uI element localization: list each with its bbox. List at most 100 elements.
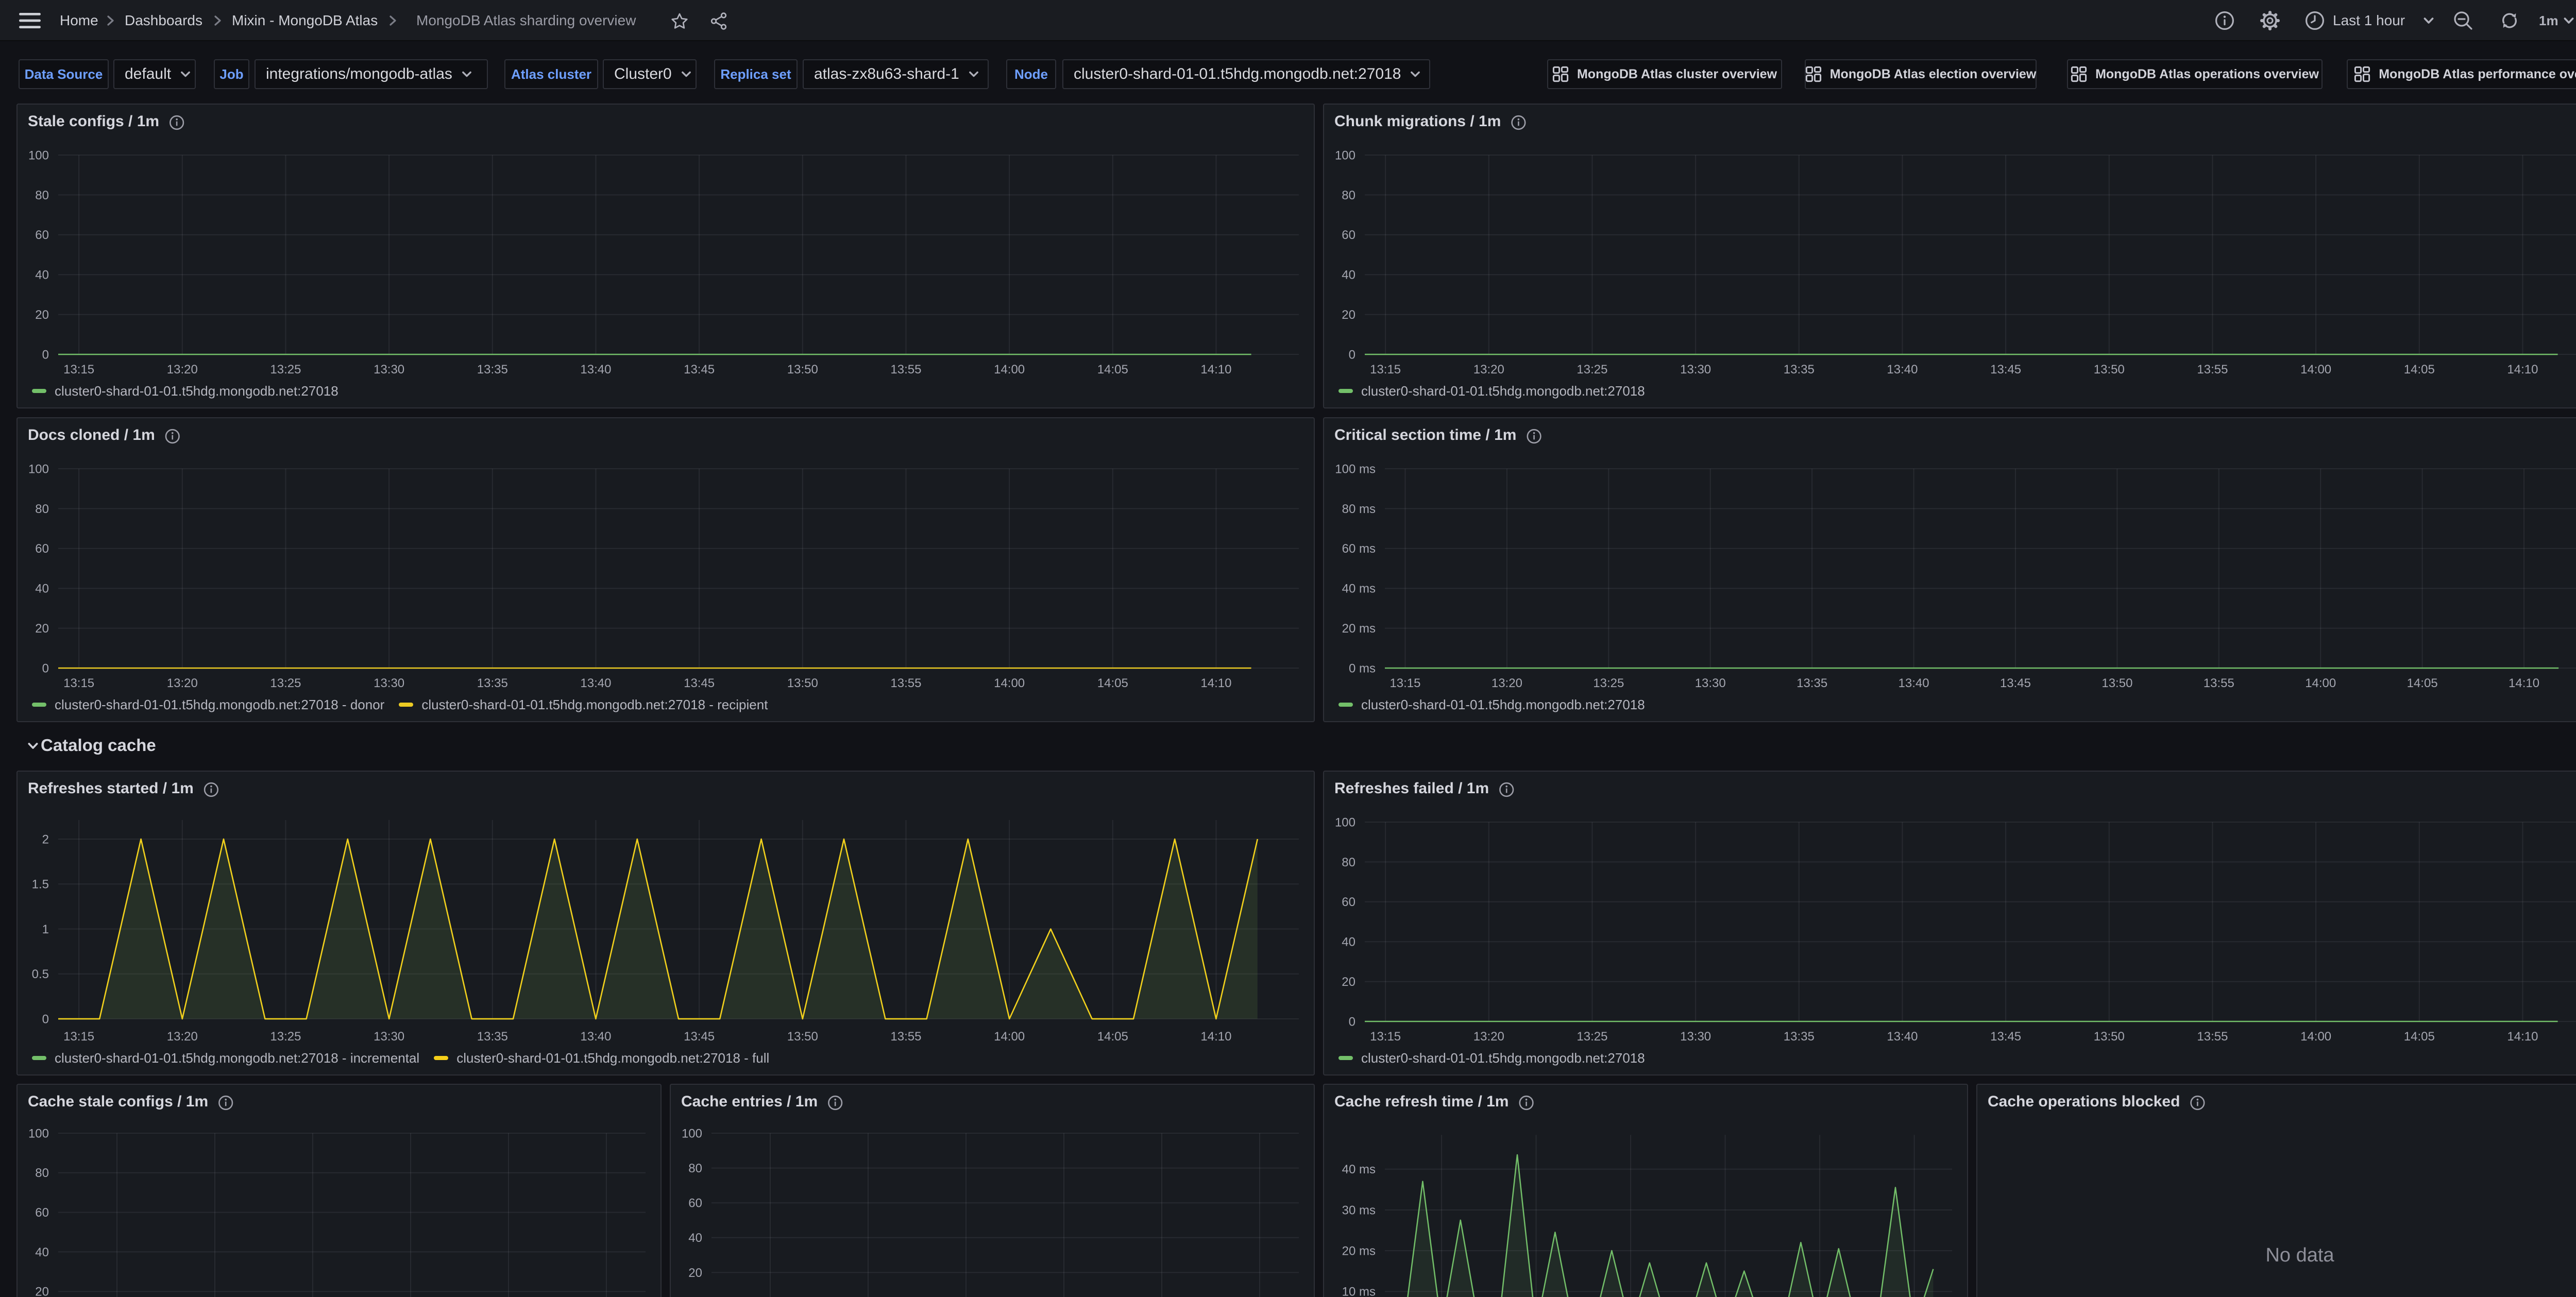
svg-text:13:45: 13:45 (684, 363, 715, 377)
svg-text:13:40: 13:40 (580, 1030, 611, 1044)
svg-text:13:40: 13:40 (1899, 676, 1929, 690)
svg-text:13:30: 13:30 (374, 363, 404, 377)
svg-text:0: 0 (42, 661, 49, 675)
svg-text:40: 40 (35, 1245, 49, 1259)
svg-text:30 ms: 30 ms (1342, 1203, 1376, 1217)
svg-text:13:50: 13:50 (787, 676, 818, 690)
svg-text:13:35: 13:35 (477, 676, 508, 690)
svg-text:14:00: 14:00 (2300, 1030, 2331, 1044)
svg-text:13:40: 13:40 (580, 363, 611, 377)
svg-text:14:00: 14:00 (2300, 363, 2331, 377)
svg-text:13:45: 13:45 (1990, 363, 2021, 377)
svg-text:13:50: 13:50 (2094, 1030, 2125, 1044)
svg-text:80: 80 (688, 1162, 702, 1175)
svg-text:13:55: 13:55 (2197, 1030, 2228, 1044)
svg-text:80: 80 (35, 189, 49, 202)
svg-text:13:35: 13:35 (477, 1030, 508, 1044)
svg-text:13:30: 13:30 (374, 676, 404, 690)
svg-text:20: 20 (35, 622, 49, 636)
svg-text:20: 20 (35, 308, 49, 322)
svg-text:14:00: 14:00 (994, 676, 1025, 690)
svg-text:13:25: 13:25 (1593, 676, 1624, 690)
svg-text:60: 60 (688, 1197, 702, 1210)
svg-text:14:05: 14:05 (2404, 363, 2435, 377)
svg-text:13:55: 13:55 (890, 363, 921, 377)
svg-text:0: 0 (1349, 348, 1355, 362)
svg-text:13:40: 13:40 (1887, 1030, 1918, 1044)
svg-text:13:25: 13:25 (1577, 363, 1607, 377)
svg-text:60: 60 (1342, 895, 1355, 909)
svg-text:13:50: 13:50 (787, 363, 818, 377)
svg-text:60: 60 (35, 1206, 49, 1220)
svg-text:14:00: 14:00 (2305, 676, 2336, 690)
svg-text:13:20: 13:20 (1473, 363, 1504, 377)
svg-text:80: 80 (1342, 856, 1355, 869)
svg-text:13:30: 13:30 (374, 1030, 404, 1044)
svg-text:0: 0 (42, 1012, 49, 1026)
svg-text:0.5: 0.5 (32, 967, 49, 981)
svg-text:13:45: 13:45 (684, 676, 715, 690)
svg-text:14:00: 14:00 (994, 363, 1025, 377)
svg-text:13:20: 13:20 (167, 1030, 198, 1044)
svg-text:13:20: 13:20 (1473, 1030, 1504, 1044)
svg-text:13:25: 13:25 (270, 676, 301, 690)
svg-text:13:25: 13:25 (1577, 1030, 1607, 1044)
svg-text:10 ms: 10 ms (1342, 1285, 1376, 1297)
svg-text:80 ms: 80 ms (1342, 502, 1376, 516)
svg-text:13:15: 13:15 (1389, 676, 1420, 690)
svg-text:0: 0 (42, 348, 49, 362)
svg-text:13:45: 13:45 (1990, 1030, 2021, 1044)
svg-text:14:05: 14:05 (1097, 363, 1128, 377)
svg-text:13:40: 13:40 (1887, 363, 1918, 377)
svg-text:13:50: 13:50 (2094, 363, 2125, 377)
svg-text:14:05: 14:05 (2407, 676, 2438, 690)
svg-text:60: 60 (35, 542, 49, 556)
svg-text:0 ms: 0 ms (1349, 661, 1376, 675)
svg-text:60: 60 (35, 228, 49, 242)
svg-text:80: 80 (35, 1166, 49, 1180)
svg-text:40: 40 (1342, 935, 1355, 949)
svg-text:13:30: 13:30 (1680, 363, 1711, 377)
svg-text:14:10: 14:10 (1200, 363, 1231, 377)
svg-text:14:10: 14:10 (1200, 1030, 1231, 1044)
svg-text:13:20: 13:20 (167, 363, 198, 377)
svg-text:20 ms: 20 ms (1342, 622, 1376, 636)
svg-text:0: 0 (1349, 1015, 1355, 1029)
svg-text:13:15: 13:15 (63, 1030, 94, 1044)
svg-text:13:40: 13:40 (580, 676, 611, 690)
svg-text:80: 80 (35, 502, 49, 516)
svg-text:13:50: 13:50 (2102, 676, 2132, 690)
svg-text:13:55: 13:55 (890, 1030, 921, 1044)
svg-text:100: 100 (1335, 815, 1355, 829)
svg-text:13:20: 13:20 (1492, 676, 1522, 690)
svg-text:13:30: 13:30 (1695, 676, 1726, 690)
svg-text:20: 20 (1342, 308, 1355, 322)
svg-text:13:25: 13:25 (270, 363, 301, 377)
svg-text:13:50: 13:50 (787, 1030, 818, 1044)
svg-text:13:55: 13:55 (2204, 676, 2234, 690)
svg-text:13:45: 13:45 (684, 1030, 715, 1044)
svg-text:60: 60 (1342, 228, 1355, 242)
svg-text:13:35: 13:35 (1784, 1030, 1815, 1044)
svg-text:100: 100 (28, 148, 49, 162)
svg-text:14:10: 14:10 (2507, 363, 2538, 377)
svg-text:20: 20 (1342, 975, 1355, 989)
svg-text:13:15: 13:15 (1370, 363, 1401, 377)
svg-text:80: 80 (1342, 189, 1355, 202)
svg-text:40: 40 (1342, 268, 1355, 282)
svg-text:13:55: 13:55 (2197, 363, 2228, 377)
svg-text:40 ms: 40 ms (1342, 1163, 1376, 1176)
svg-text:14:05: 14:05 (1097, 1030, 1128, 1044)
svg-text:1.5: 1.5 (32, 878, 49, 892)
svg-text:100: 100 (1335, 148, 1355, 162)
svg-text:13:15: 13:15 (63, 363, 94, 377)
svg-text:13:35: 13:35 (477, 363, 508, 377)
svg-text:100 ms: 100 ms (1335, 462, 1376, 476)
svg-text:1: 1 (42, 923, 49, 936)
svg-text:13:45: 13:45 (2000, 676, 2031, 690)
svg-text:14:05: 14:05 (1097, 676, 1128, 690)
svg-text:13:20: 13:20 (167, 676, 198, 690)
svg-text:40: 40 (35, 582, 49, 596)
svg-text:13:35: 13:35 (1784, 363, 1815, 377)
svg-text:14:10: 14:10 (2509, 676, 2539, 690)
